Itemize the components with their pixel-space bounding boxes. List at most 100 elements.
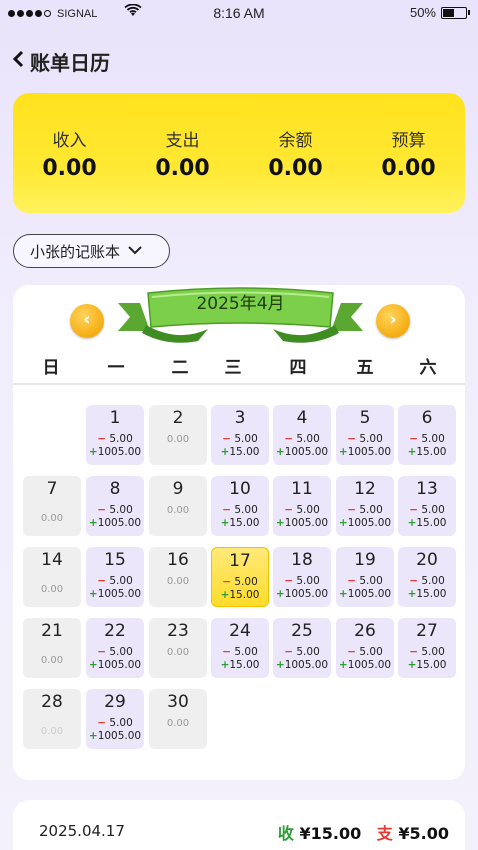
day-income: +1005.00 — [86, 588, 144, 600]
weekday-label: 三 — [224, 358, 242, 378]
plus-sign: + — [88, 588, 98, 600]
minus-sign: − — [97, 504, 107, 516]
chevron-left-icon[interactable] — [12, 49, 24, 73]
day-income: +15.00 — [211, 659, 269, 671]
day-expense: − 5.00 — [211, 433, 269, 445]
day-expense: − 5.00 — [86, 646, 144, 658]
minus-sign: − — [409, 646, 419, 658]
income-value: 1005.00 — [347, 588, 392, 600]
day-number: 10 — [229, 479, 251, 499]
calendar-day[interactable]: 13 − 5.00 +15.00 — [398, 476, 456, 536]
calendar-day[interactable]: 30 0.00 — [149, 689, 207, 749]
day-number: 22 — [104, 621, 126, 641]
calendar-day[interactable]: 20 − 5.00 +15.00 — [398, 547, 456, 607]
calendar-day[interactable]: 4− 5.00 +1005.00 — [273, 405, 331, 465]
calendar-day[interactable]: 19− 5.00 +1005.00 — [336, 547, 394, 607]
calendar-day[interactable]: 10 − 5.00 +15.00 — [211, 476, 269, 536]
calendar-day[interactable]: 1− 5.00 +1005.00 — [86, 405, 144, 465]
day-detail-card: 2025.04.17 收 ¥15.00 支 ¥5.00 — [13, 800, 465, 850]
calendar-day-selected[interactable]: 17 − 5.00 +15.00 — [211, 547, 269, 607]
day-expense: − 5.00 — [273, 646, 331, 658]
summary-label: 收入 — [52, 131, 87, 151]
day-number: 29 — [104, 692, 126, 712]
income-value: 1005.00 — [97, 730, 142, 742]
weekday-label: 五 — [356, 358, 374, 378]
minus-sign: − — [284, 504, 294, 516]
day-number: 21 — [41, 621, 63, 641]
day-income: +15.00 — [398, 588, 456, 600]
detail-expense-label: 支 — [376, 824, 393, 843]
calendar-day[interactable]: 12− 5.00 +1005.00 — [336, 476, 394, 536]
income-value: 15.00 — [416, 517, 447, 529]
day-number: 4 — [296, 408, 308, 428]
calendar-day[interactable]: 14 0.00 — [23, 547, 81, 607]
account-book-dropdown[interactable]: 小张的记账本 — [13, 234, 170, 268]
weekday-label: 一 — [107, 358, 125, 378]
expense-value: 5.00 — [109, 646, 133, 658]
calendar-day[interactable]: 15− 5.00 +1005.00 — [86, 547, 144, 607]
day-number: 20 — [416, 550, 438, 570]
expense-value: 5.00 — [359, 646, 383, 658]
calendar-day[interactable]: 23 0.00 — [149, 618, 207, 678]
day-expense: − 5.00 — [336, 433, 394, 445]
calendar-day[interactable]: 21 0.00 — [23, 618, 81, 678]
calendar-day[interactable]: 9 0.00 — [149, 476, 207, 536]
next-month-button[interactable]: › — [376, 304, 410, 338]
expense-value: 5.00 — [359, 575, 383, 587]
day-expense: − 5.00 — [273, 575, 331, 587]
calendar-day[interactable]: 7 0.00 — [23, 476, 81, 536]
day-zero-value: 0.00 — [166, 505, 190, 516]
day-zero-value: 0.00 — [40, 513, 64, 524]
calendar-day[interactable]: 25− 5.00 +1005.00 — [273, 618, 331, 678]
detail-income-value: ¥15.00 — [299, 824, 362, 843]
income-value: 1005.00 — [347, 659, 392, 671]
day-income: +1005.00 — [336, 446, 394, 458]
day-zero-value: 0.00 — [40, 655, 64, 666]
prev-month-button[interactable]: ‹ — [70, 304, 104, 338]
day-number: 28 — [41, 692, 63, 712]
page-header: 账单日历 — [12, 46, 110, 76]
day-income: +1005.00 — [336, 659, 394, 671]
income-value: 15.00 — [229, 659, 260, 671]
day-number: 13 — [416, 479, 438, 499]
expense-value: 5.00 — [234, 504, 258, 516]
plus-sign: + — [275, 588, 285, 600]
calendar-day[interactable]: 6− 5.00 +15.00 — [398, 405, 456, 465]
month-title: 2025年4月 — [196, 294, 285, 314]
minus-sign: − — [222, 576, 232, 588]
detail-date: 2025.04.17 — [39, 822, 125, 840]
minus-sign: − — [222, 504, 232, 516]
calendar-day[interactable]: 28 0.00 — [23, 689, 81, 749]
plus-sign: + — [275, 659, 285, 671]
calendar-day[interactable]: 8− 5.00 +1005.00 — [86, 476, 144, 536]
calendar-day[interactable]: 18− 5.00 +1005.00 — [273, 547, 331, 607]
income-value: 1005.00 — [97, 659, 142, 671]
day-number: 15 — [104, 550, 126, 570]
calendar-day[interactable]: 29− 5.00 +1005.00 — [86, 689, 144, 749]
expense-value: 5.00 — [296, 575, 320, 587]
page-title: 账单日历 — [30, 50, 110, 75]
day-number: 9 — [172, 479, 184, 499]
day-zero-value: 0.00 — [166, 718, 190, 729]
minus-sign: − — [284, 433, 294, 445]
minus-sign: − — [222, 433, 232, 445]
calendar-day[interactable]: 11− 5.00 +1005.00 — [273, 476, 331, 536]
day-number: 5 — [359, 408, 371, 428]
summary-label: 余额 — [278, 131, 313, 151]
day-income: +15.00 — [398, 659, 456, 671]
day-expense: − 5.00 — [398, 433, 456, 445]
calendar-day[interactable]: 26− 5.00 +1005.00 — [336, 618, 394, 678]
calendar-day[interactable]: 2 0.00 — [149, 405, 207, 465]
calendar-day[interactable]: 24 − 5.00 +15.00 — [211, 618, 269, 678]
calendar-day[interactable]: 5 − 5.00 +1005.00 — [336, 405, 394, 465]
calendar-day[interactable]: 27 − 5.00 +15.00 — [398, 618, 456, 678]
expense-value: 5.00 — [359, 433, 383, 445]
day-number: 1 — [109, 408, 121, 428]
calendar-day[interactable]: 16 0.00 — [149, 547, 207, 607]
day-number: 3 — [234, 408, 246, 428]
calendar-card: ‹ 2025年4月 › 日 一 二 三 四 五 六 1− 5.00 +1005.0… — [13, 285, 465, 780]
day-income: +1005.00 — [273, 517, 331, 529]
battery-indicator: 50% — [410, 5, 470, 20]
calendar-day[interactable]: 3− 5.00 +15.00 — [211, 405, 269, 465]
calendar-day[interactable]: 22− 5.00 +1005.00 — [86, 618, 144, 678]
